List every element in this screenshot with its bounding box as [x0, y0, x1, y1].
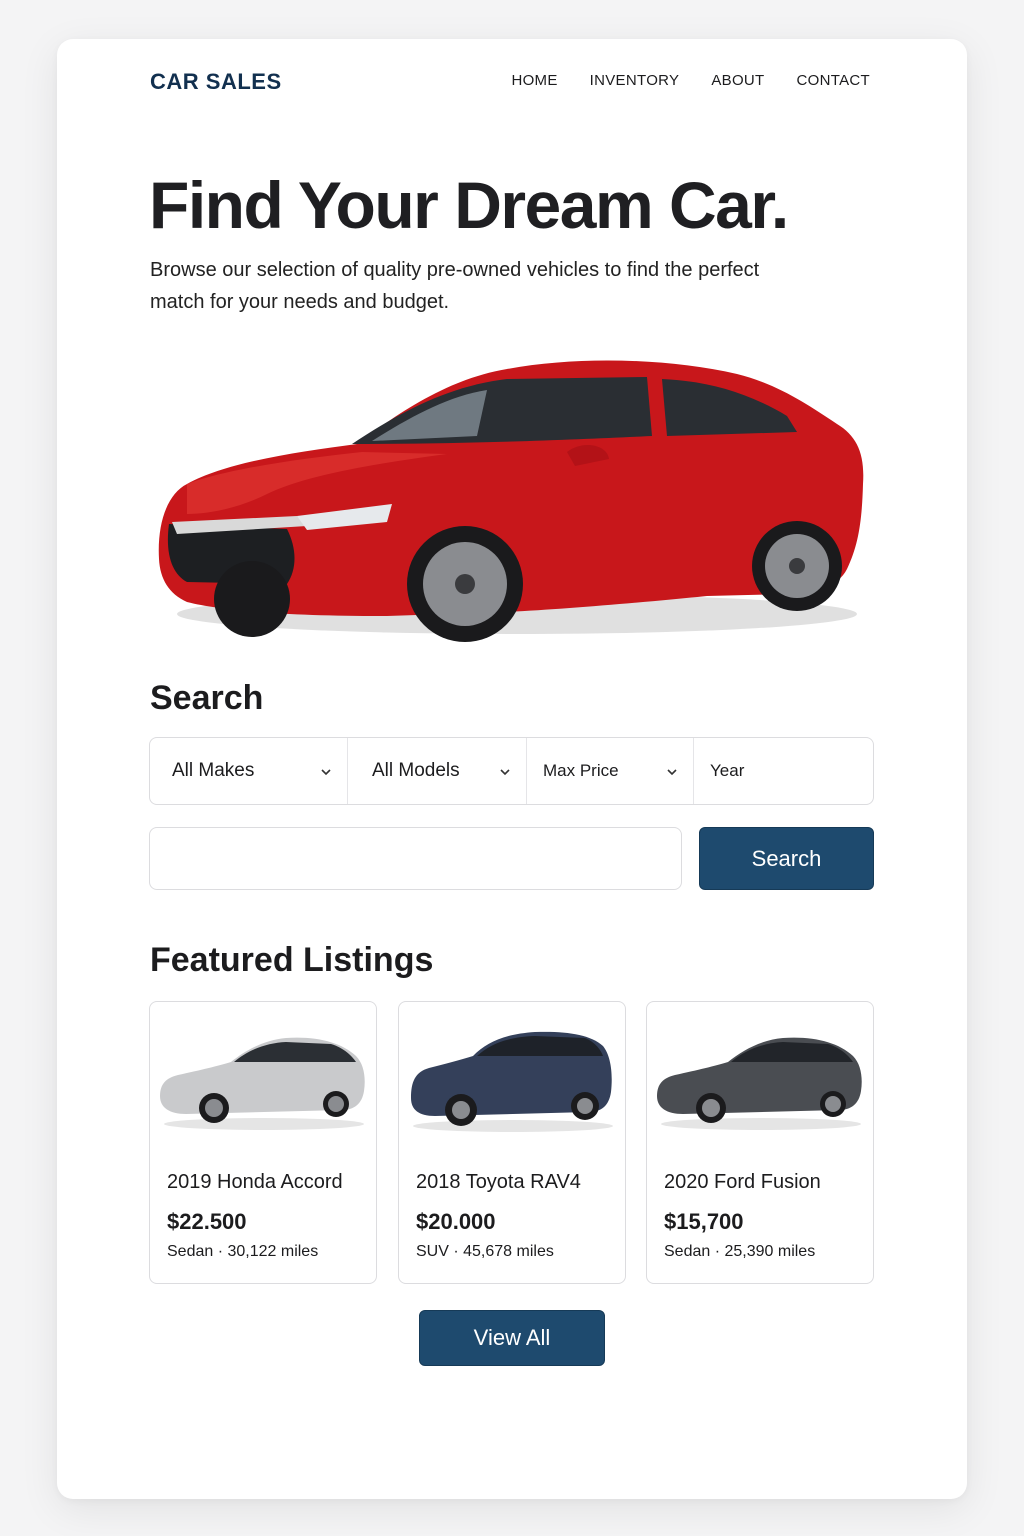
listing-meta: Sedan · 25,390 miles	[664, 1243, 816, 1260]
max-price-select-value: Max Price	[543, 761, 619, 780]
featured-section-title: Featured Listings	[150, 941, 434, 979]
car-thumbnail	[411, 1031, 613, 1132]
listing-price: $15,700	[664, 1209, 744, 1234]
view-all-button[interactable]: View All	[419, 1310, 605, 1366]
featured-listings: 2019 Honda Accord $22.500 Sedan · 30,122…	[149, 1001, 874, 1284]
listing-name: 2018 Toyota RAV4	[416, 1171, 581, 1193]
chevron-down-icon	[321, 769, 331, 776]
chevron-down-icon	[500, 769, 510, 776]
search-input[interactable]	[149, 827, 682, 890]
search-filters: All Makes All Models Max Price Year	[149, 737, 874, 805]
hero-car-image	[158, 360, 864, 642]
nav-link-inventory[interactable]: INVENTORY	[590, 72, 680, 89]
listing-card[interactable]: 2020 Ford Fusion $15,700 Sedan · 25,390 …	[646, 1001, 874, 1284]
model-select-value: All Models	[372, 760, 460, 781]
nav-link-contact[interactable]: CONTACT	[797, 72, 870, 89]
listing-meta: SUV · 45,678 miles	[416, 1243, 554, 1260]
nav-menu: HOME INVENTORY ABOUT CONTACT	[479, 72, 870, 89]
listing-card[interactable]: 2018 Toyota RAV4 $20.000 SUV · 45,678 mi…	[398, 1001, 626, 1284]
nav-link-about[interactable]: ABOUT	[711, 72, 764, 89]
listing-price: $22.500	[167, 1209, 247, 1234]
listing-card[interactable]: 2019 Honda Accord $22.500 Sedan · 30,122…	[149, 1001, 377, 1284]
listing-meta: Sedan · 30,122 miles	[167, 1243, 319, 1260]
brand-logo[interactable]: CAR SALES	[150, 69, 282, 95]
top-nav: CAR SALES HOME INVENTORY ABOUT CONTACT	[150, 67, 870, 99]
year-select-value: Year	[710, 761, 745, 780]
page-card: CAR SALES HOME INVENTORY ABOUT CONTACT F…	[57, 39, 967, 1499]
search-button[interactable]: Search	[699, 827, 874, 890]
hero-title: Find Your Dream Car.	[149, 168, 789, 242]
car-thumbnail	[657, 1037, 862, 1130]
nav-link-home[interactable]: HOME	[511, 72, 557, 89]
listing-price: $20.000	[416, 1209, 496, 1234]
hero-subtitle: Browse our selection of quality pre-owne…	[150, 259, 760, 313]
chevron-down-icon	[667, 769, 677, 776]
year-select[interactable]: Year	[693, 738, 873, 804]
listing-name: 2019 Honda Accord	[167, 1171, 343, 1193]
car-thumbnail	[160, 1037, 365, 1130]
model-select[interactable]: All Models	[347, 738, 526, 804]
make-select-value: All Makes	[172, 760, 255, 781]
listing-name: 2020 Ford Fusion	[664, 1171, 821, 1193]
search-section-title: Search	[150, 679, 264, 717]
make-select[interactable]: All Makes	[150, 738, 347, 804]
max-price-select[interactable]: Max Price	[526, 738, 693, 804]
